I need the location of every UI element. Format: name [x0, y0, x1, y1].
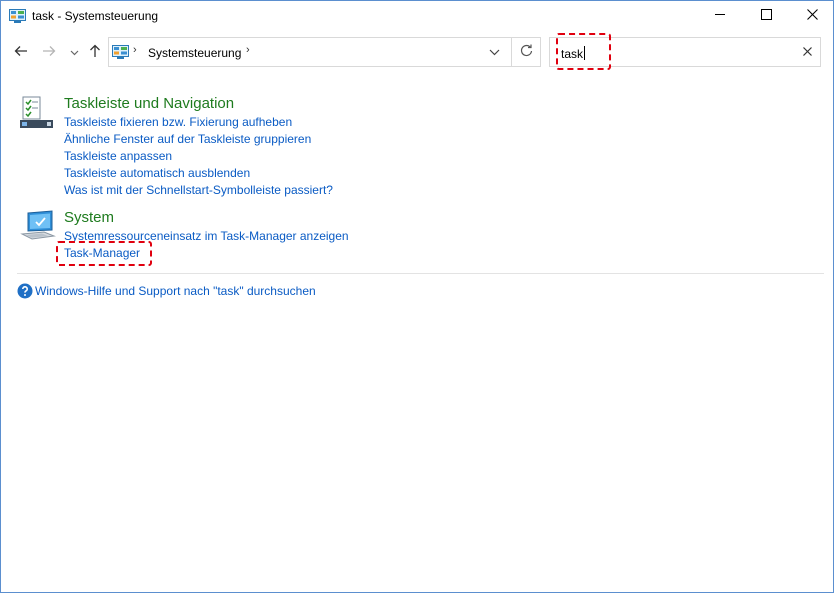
- section-divider: [17, 273, 824, 274]
- up-button[interactable]: [85, 42, 105, 62]
- arrow-right-icon: [42, 45, 56, 60]
- title-bar[interactable]: task - Systemsteuerung: [1, 1, 833, 32]
- minimize-button[interactable]: [697, 1, 743, 31]
- help-question-icon: [17, 283, 33, 299]
- refresh-icon: [520, 44, 533, 60]
- close-icon: [806, 9, 818, 23]
- address-bar[interactable]: › Systemsteuerung ›: [108, 37, 541, 67]
- link-quicklaunch-info[interactable]: Was ist mit der Schnellstart-Symbolleist…: [64, 183, 333, 197]
- search-highlight-marker: [556, 33, 611, 70]
- group-title-taskbar-navigation[interactable]: Taskleiste und Navigation: [64, 95, 234, 112]
- chevron-down-icon: [489, 45, 500, 59]
- link-taskbar-autohide[interactable]: Taskleiste automatisch ausblenden: [64, 166, 250, 180]
- clear-search-button[interactable]: [800, 45, 814, 59]
- maximize-button[interactable]: [743, 1, 789, 31]
- navigation-bar: › Systemsteuerung › task: [1, 35, 833, 69]
- arrow-left-icon: [14, 45, 28, 60]
- back-button[interactable]: [11, 42, 31, 62]
- window-title: task - Systemsteuerung: [32, 9, 159, 23]
- task-manager-highlight-marker: [56, 241, 152, 266]
- refresh-button[interactable]: [511, 38, 541, 66]
- group-title-system[interactable]: System: [64, 209, 114, 226]
- control-panel-icon: [9, 9, 26, 23]
- help-search-link[interactable]: Windows-Hilfe und Support nach "task" du…: [35, 284, 316, 298]
- close-icon: [802, 45, 812, 59]
- recent-locations-button[interactable]: [64, 42, 84, 62]
- link-taskbar-group-windows[interactable]: Ähnliche Fenster auf der Taskleiste grup…: [64, 132, 311, 146]
- link-taskbar-lock[interactable]: Taskleiste fixieren bzw. Fixierung aufhe…: [64, 115, 292, 129]
- computer-monitor-icon: [20, 210, 56, 244]
- link-taskbar-customize[interactable]: Taskleiste anpassen: [64, 149, 172, 163]
- breadcrumb-separator[interactable]: ›: [133, 44, 137, 56]
- forward-button[interactable]: [39, 42, 59, 62]
- address-history-button[interactable]: [485, 44, 503, 60]
- maximize-icon: [760, 9, 772, 23]
- taskbar-checklist-icon: [20, 96, 53, 129]
- control-panel-window: task - Systemsteuerung › Systemsteuerung…: [0, 0, 834, 593]
- chevron-down-icon: [70, 45, 79, 59]
- close-button[interactable]: [789, 1, 834, 31]
- minimize-icon: [714, 9, 726, 23]
- breadcrumb-systemsteuerung[interactable]: Systemsteuerung: [148, 46, 241, 60]
- breadcrumb-separator[interactable]: ›: [246, 44, 250, 56]
- control-panel-icon: [112, 45, 129, 59]
- arrow-up-icon: [89, 44, 101, 61]
